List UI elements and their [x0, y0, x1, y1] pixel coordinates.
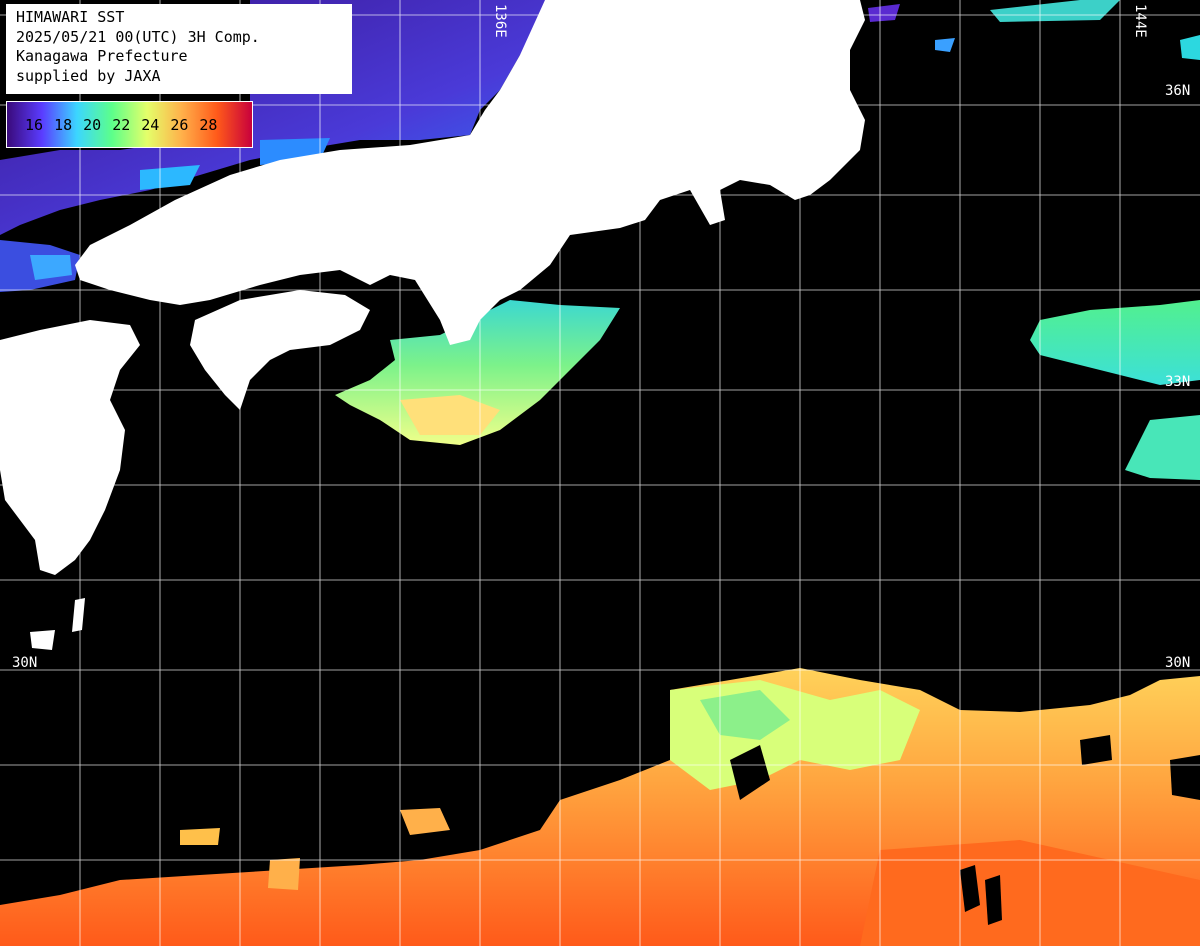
info-date: 2025/05/21 00(UTC) 3H Comp.: [16, 27, 260, 46]
lat-label-33-left: 33: [10, 374, 27, 390]
legend-label: 22: [112, 115, 131, 134]
legend-label: 28: [199, 115, 218, 134]
legend-label: 18: [54, 115, 73, 134]
info-source: supplied by JAXA: [16, 66, 161, 85]
legend-label: 26: [170, 115, 189, 134]
lon-label-136e: 136E: [492, 4, 508, 38]
legend-label: 20: [83, 115, 102, 134]
legend-label: 16: [25, 115, 44, 134]
info-box: HIMAWARI SST 2025/05/21 00(UTC) 3H Comp.…: [6, 4, 352, 94]
legend-labels: 16 18 20 22 24 26 28: [7, 102, 252, 147]
lat-label-30n-left: 30N: [12, 655, 37, 671]
info-title: HIMAWARI SST: [16, 8, 125, 26]
color-legend: 16 18 20 22 24 26 28: [6, 101, 253, 148]
lat-label-33n-right: 33N: [1165, 374, 1190, 390]
info-region: Kanagawa Prefecture: [16, 47, 188, 65]
lat-label-36n: 36N: [1165, 83, 1190, 99]
legend-label: 24: [141, 115, 160, 134]
yakushima-land: [30, 630, 55, 650]
lat-label-30n-right: 30N: [1165, 655, 1190, 671]
lon-label-144e: 144E: [1132, 4, 1148, 38]
